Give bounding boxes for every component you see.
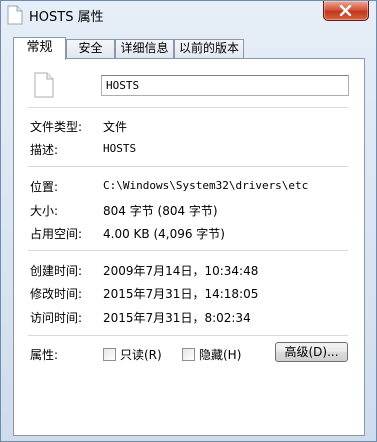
hidden-checkbox-group[interactable]: 隐藏(H) bbox=[182, 346, 241, 362]
readonly-checkbox-group[interactable]: 只读(R) bbox=[103, 346, 162, 362]
readonly-checkbox[interactable] bbox=[103, 347, 116, 361]
hidden-checkbox[interactable] bbox=[182, 347, 195, 361]
tab-previous-versions[interactable]: 以前的版本 bbox=[174, 39, 244, 58]
tab-general[interactable]: 常规 bbox=[13, 37, 66, 60]
properties-window: HOSTS 属性 常规 安全 详细信息 以前的版本 文件类型: 文件 描述: H… bbox=[0, 0, 377, 442]
tab-strip: 常规 安全 详细信息 以前的版本 bbox=[13, 37, 365, 60]
file-type-label: 文件类型: bbox=[30, 120, 83, 134]
location-label: 位置: bbox=[30, 180, 59, 194]
close-button[interactable] bbox=[323, 1, 369, 21]
size-on-disk-label: 占用空间: bbox=[30, 227, 83, 241]
separator bbox=[28, 166, 348, 167]
tab-details[interactable]: 详细信息 bbox=[115, 39, 174, 58]
created-value: 2009年7月14日，10:34:48 bbox=[103, 264, 259, 278]
tab-security[interactable]: 安全 bbox=[66, 39, 115, 58]
title-bar[interactable]: HOSTS 属性 bbox=[1, 1, 376, 30]
size-label: 大小: bbox=[30, 204, 59, 218]
hidden-label[interactable]: 隐藏(H) bbox=[199, 346, 241, 363]
close-icon bbox=[339, 5, 352, 16]
modified-label: 修改时间: bbox=[30, 287, 83, 301]
accessed-value: 2015年7月31日，8:02:34 bbox=[103, 311, 251, 325]
file-name-input[interactable] bbox=[101, 75, 349, 96]
file-type-value: 文件 bbox=[103, 120, 128, 134]
advanced-button[interactable]: 高级(D)... bbox=[275, 342, 348, 362]
accessed-label: 访问时间: bbox=[30, 311, 83, 325]
separator bbox=[28, 335, 348, 336]
size-value: 804 字节 (804 字节) bbox=[103, 204, 218, 218]
size-on-disk-value: 4.00 KB (4,096 字节) bbox=[103, 227, 225, 241]
description-value: HOSTS bbox=[103, 142, 137, 155]
general-panel: 文件类型: 文件 描述: HOSTS 位置: C:\Windows\System… bbox=[13, 58, 365, 436]
modified-value: 2015年7月31日，14:18:05 bbox=[103, 287, 259, 301]
file-icon bbox=[34, 72, 54, 98]
separator bbox=[28, 250, 348, 251]
created-label: 创建时间: bbox=[30, 264, 83, 278]
file-icon bbox=[7, 5, 23, 25]
description-label: 描述: bbox=[30, 143, 59, 157]
separator bbox=[28, 107, 348, 108]
location-value: C:\Windows\System32\drivers\etc bbox=[103, 179, 309, 192]
readonly-label[interactable]: 只读(R) bbox=[120, 346, 162, 363]
attributes-label: 属性: bbox=[30, 348, 59, 362]
window-title: HOSTS 属性 bbox=[29, 10, 104, 25]
